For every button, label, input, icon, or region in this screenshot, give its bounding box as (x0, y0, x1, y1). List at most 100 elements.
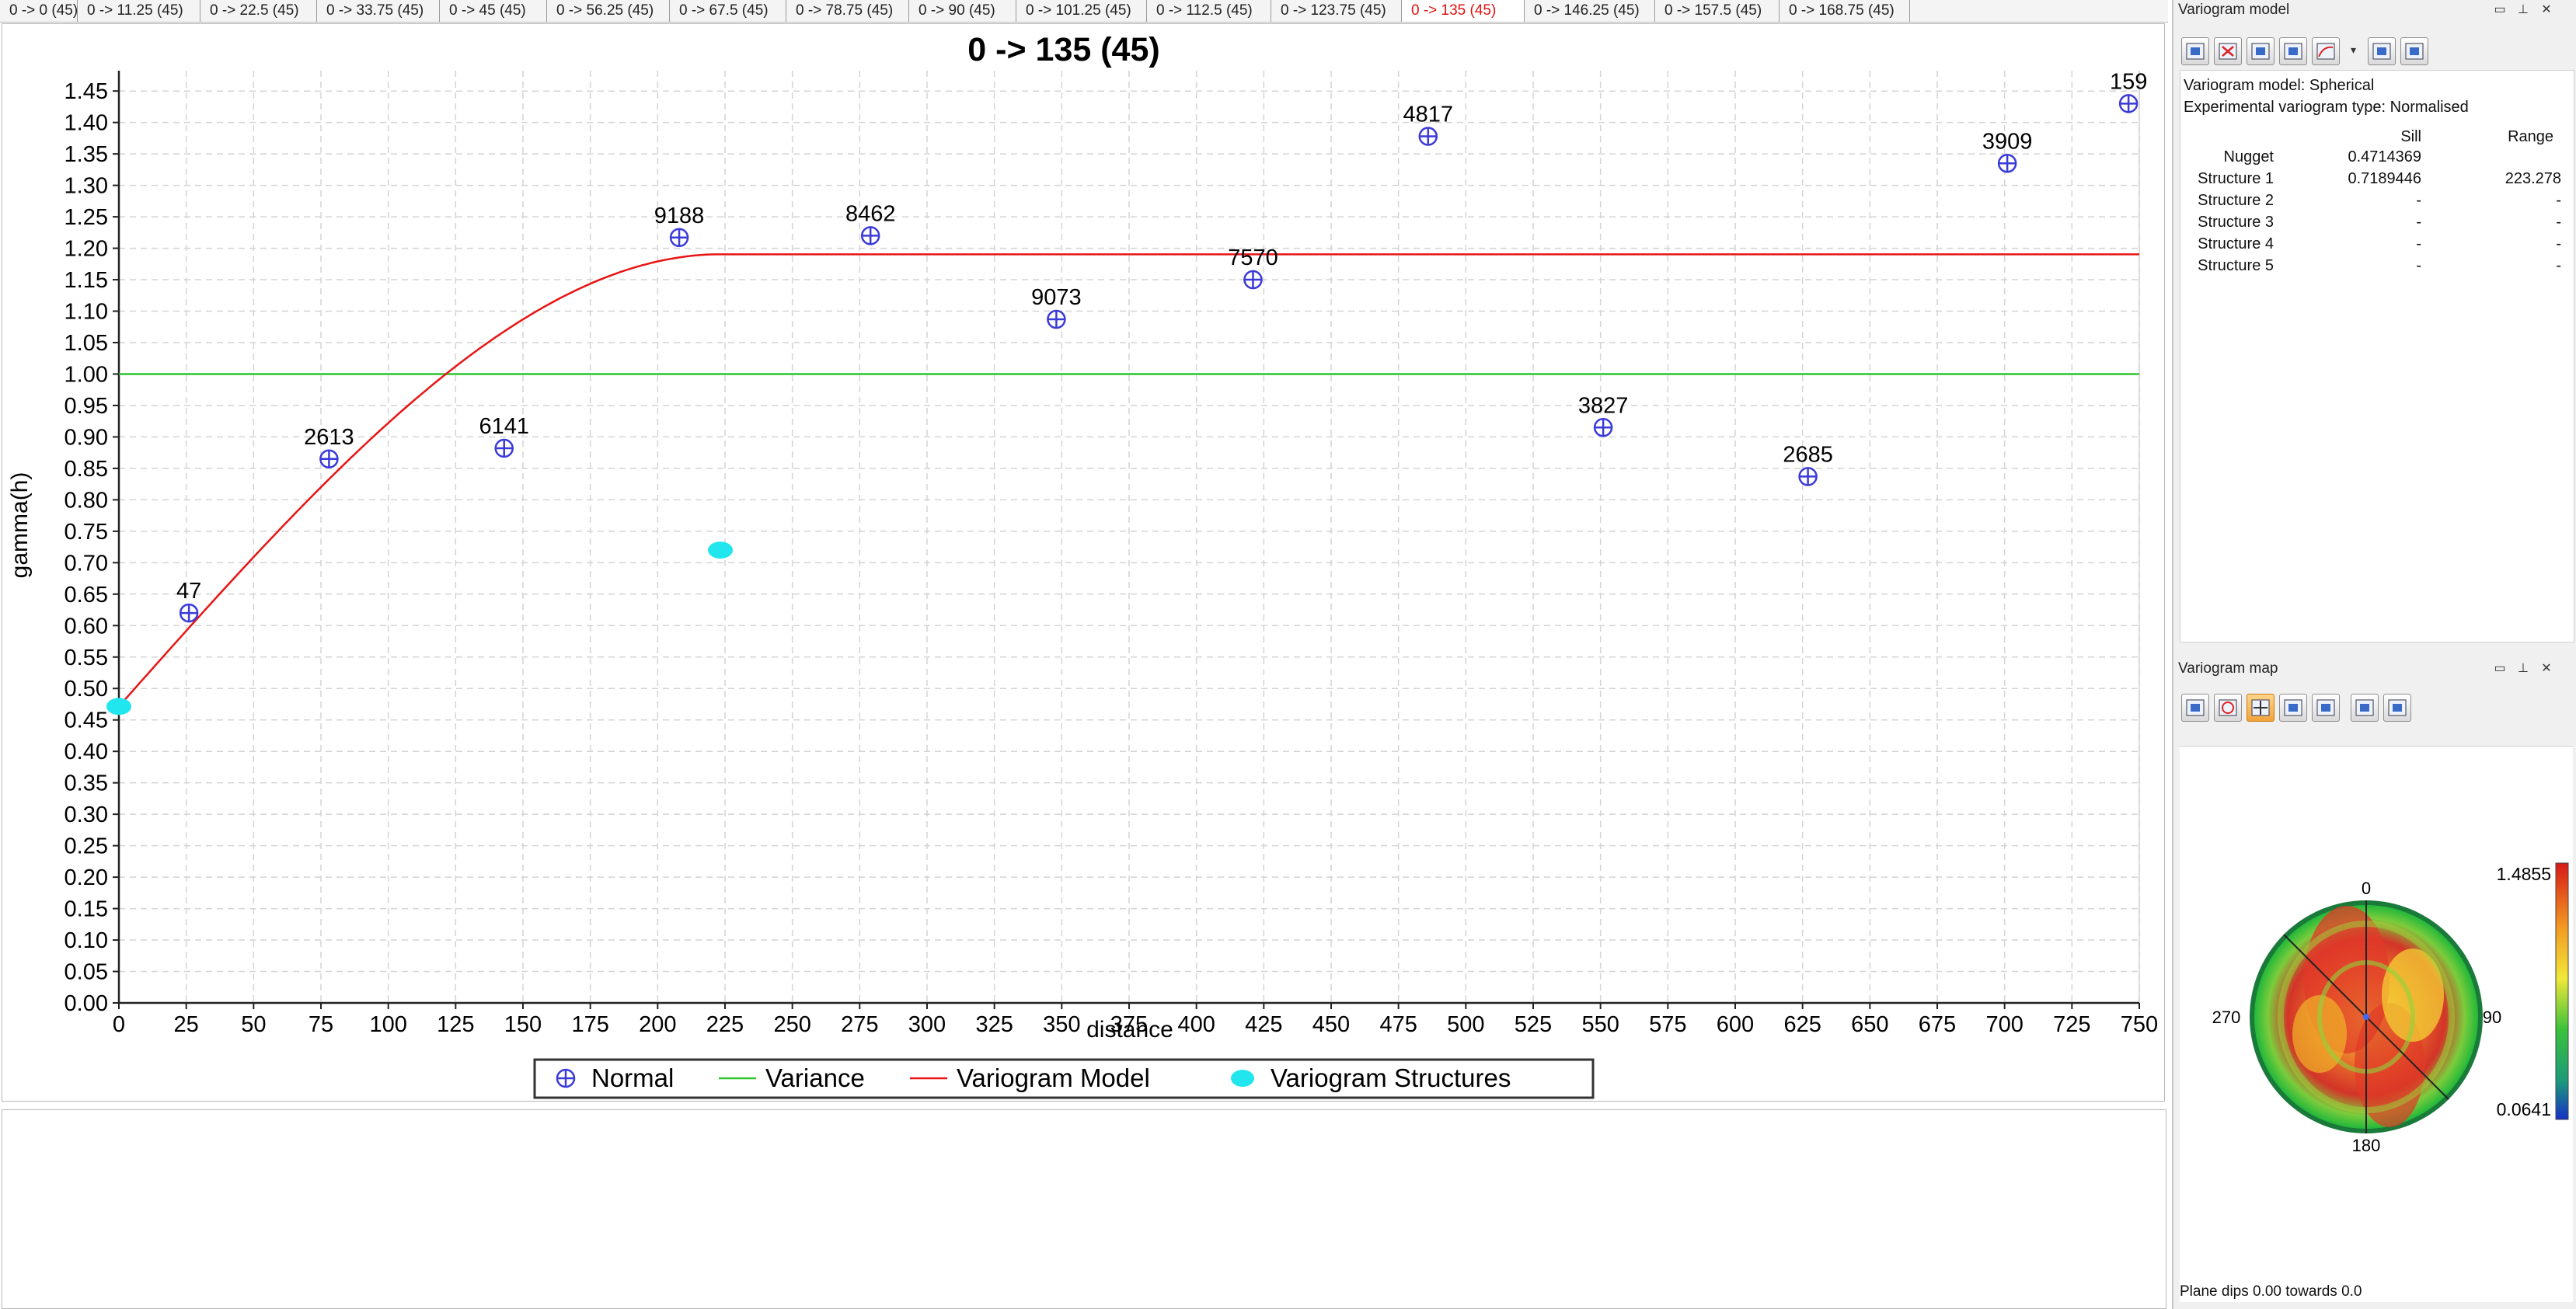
variogram-chart-panel: 0 25 50 75 100 125 150 175 200 225 250 275 300 325 350… (2, 23, 2165, 1102)
direction-tab[interactable]: 0 -> 33.75 (45) (317, 0, 440, 22)
legend-variance-label: Variance (765, 1064, 865, 1092)
direction-tab[interactable]: 0 -> 0 (45) (0, 0, 78, 22)
direction-tab[interactable]: 0 -> 112.5 (45) (1147, 0, 1271, 22)
direction-tab[interactable]: 0 -> 56.25 (45) (547, 0, 670, 22)
compass-north-label: 0 (2362, 879, 2371, 898)
direction-tab[interactable]: 0 -> 78.75 (45) (786, 0, 909, 22)
experimental-point-pair-count: 4817 (1403, 102, 1454, 127)
pin-icon[interactable]: ⊥ (2515, 661, 2531, 677)
y-tick-label: 1.20 (64, 237, 108, 262)
experimental-point-pair-count: 47 (176, 579, 201, 604)
direction-tab[interactable]: 0 -> 22.5 (45) (200, 0, 317, 22)
direction-tab[interactable]: 0 -> 11.25 (45) (78, 0, 200, 22)
y-tick-label: 1.35 (64, 142, 108, 167)
y-tick-label: 0.00 (64, 991, 108, 1016)
direction-tab[interactable]: 0 -> 90 (45) (909, 0, 1016, 22)
float-icon[interactable]: ▭ (2492, 2, 2508, 18)
y-tick-label: 1.00 (64, 362, 108, 387)
experimental-point: 47 (176, 579, 201, 623)
experimental-point: 159 (2110, 69, 2147, 113)
grid (118, 71, 2140, 1004)
close-icon[interactable]: ✕ (2539, 2, 2554, 18)
x-tick-label: 750 (2121, 1012, 2158, 1037)
x-tick-label: 75 (308, 1012, 333, 1037)
x-tick-label: 150 (504, 1012, 542, 1037)
align-axis-button[interactable] (2279, 694, 2307, 722)
y-tick-label: 0.80 (64, 488, 108, 513)
load-model-button[interactable] (2181, 37, 2209, 65)
variogram-model-header: Variogram model ▭ ⊥ ✕ (2173, 0, 2576, 20)
experimental-point-pair-count: 2685 (1783, 442, 1833, 467)
direction-tab[interactable]: 0 -> 123.75 (45) (1271, 0, 1402, 22)
color-scale-max: 1.4855 (2497, 864, 2551, 884)
y-tick-label: 1.10 (64, 300, 108, 325)
x-axis-label: distance (1086, 1017, 1173, 1043)
x-tick-label: 125 (437, 1012, 474, 1037)
experimental-point: 2685 (1783, 442, 1833, 486)
y-tick-label: 0.85 (64, 457, 108, 482)
variogram-structure-point (106, 698, 131, 715)
pan-axis-button[interactable] (2247, 694, 2274, 722)
import-model-button[interactable] (2247, 37, 2274, 65)
experimental-point-pair-count: 3909 (1982, 129, 2033, 154)
direction-tab[interactable]: 0 -> 146.25 (45) (1525, 0, 1655, 22)
map-disc (2250, 900, 2483, 1133)
zoom-out-button[interactable] (2383, 694, 2411, 722)
structure-row-sill: - (2416, 257, 2421, 274)
pin-icon[interactable]: ⊥ (2515, 2, 2531, 18)
structure-row-label: Structure 4 (2198, 235, 2274, 252)
variogram-chart: 0 25 50 75 100 125 150 175 200 225 250 275 300 325 350… (7, 31, 2158, 1099)
x-tick-label: 200 (639, 1012, 676, 1037)
experimental-point: 9188 (654, 204, 704, 248)
rotate-icon (2219, 699, 2237, 716)
reset-view-button[interactable] (2181, 694, 2209, 722)
variogram-map-title: Variogram map (2178, 660, 2278, 677)
y-tick-label: 0.25 (64, 834, 108, 859)
direction-tab[interactable]: 0 -> 157.5 (45) (1655, 0, 1779, 22)
experimental-type-line: Experimental variogram type: Normalised (2184, 99, 2469, 116)
delete-model-button[interactable] (2214, 37, 2242, 65)
variogram-map[interactable]: 0 90 180 270 1.4855 0.0641 (2180, 747, 2573, 1302)
y-tick-label: 0.40 (64, 740, 108, 764)
structure-row-label: Nugget (2223, 148, 2274, 165)
copy-to-other-button[interactable] (2368, 37, 2396, 65)
x-tick-label: 525 (1515, 1012, 1552, 1037)
x-tick-label: 350 (1043, 1012, 1080, 1037)
structure-row-range: 223.278 (2505, 170, 2561, 187)
direction-tab[interactable]: 0 -> 135 (45) (1402, 0, 1525, 22)
experimental-point: 9073 (1031, 285, 1082, 329)
info-panel (2, 1109, 2166, 1309)
y-tick-label: 0.35 (64, 771, 108, 796)
variogram-model-info: Variogram model: Spherical Experimental … (2180, 70, 2574, 642)
export-model-button[interactable] (2279, 37, 2307, 65)
experimental-point: 8462 (845, 201, 895, 245)
direction-tab[interactable]: 0 -> 67.5 (45) (670, 0, 786, 22)
chart-options-button[interactable] (2400, 37, 2428, 65)
structure-row-range: - (2556, 214, 2561, 231)
x-tick-label: 250 (773, 1012, 810, 1037)
link-button[interactable] (2312, 694, 2340, 722)
float-icon[interactable]: ▭ (2492, 661, 2508, 677)
close-icon[interactable]: ✕ (2539, 661, 2554, 677)
rotate-button[interactable] (2214, 694, 2242, 722)
axes: 0 25 50 75 100 125 150 175 200 225 250 275 300 325 350… (64, 71, 2158, 1037)
y-tick-label: 1.40 (64, 111, 108, 136)
structure-row-label: Structure 1 (2198, 170, 2274, 187)
direction-tab[interactable]: 0 -> 45 (45) (440, 0, 547, 22)
chart-title: 0 -> 135 (45) (967, 31, 1159, 68)
color-scale-min: 0.0641 (2497, 1099, 2551, 1119)
y-tick-label: 0.70 (64, 551, 108, 576)
y-tick-label: 0.90 (64, 425, 108, 450)
experimental-point-pair-count: 159 (2110, 69, 2147, 94)
export-model-icon (2284, 43, 2302, 60)
direction-tab[interactable]: 0 -> 168.75 (45) (1779, 0, 1910, 22)
legend-model-label: Variogram Model (957, 1064, 1150, 1092)
direction-tab[interactable]: 0 -> 101.25 (45) (1016, 0, 1147, 22)
x-tick-label: 100 (369, 1012, 406, 1037)
x-tick-label: 175 (571, 1012, 608, 1037)
structure-row-range: - (2556, 192, 2561, 209)
dropdown-icon[interactable]: ▾ (2351, 44, 2362, 59)
fit-curve-button[interactable] (2312, 37, 2340, 65)
zoom-in-button[interactable] (2351, 694, 2379, 722)
color-scale-bar (2555, 862, 2569, 1120)
